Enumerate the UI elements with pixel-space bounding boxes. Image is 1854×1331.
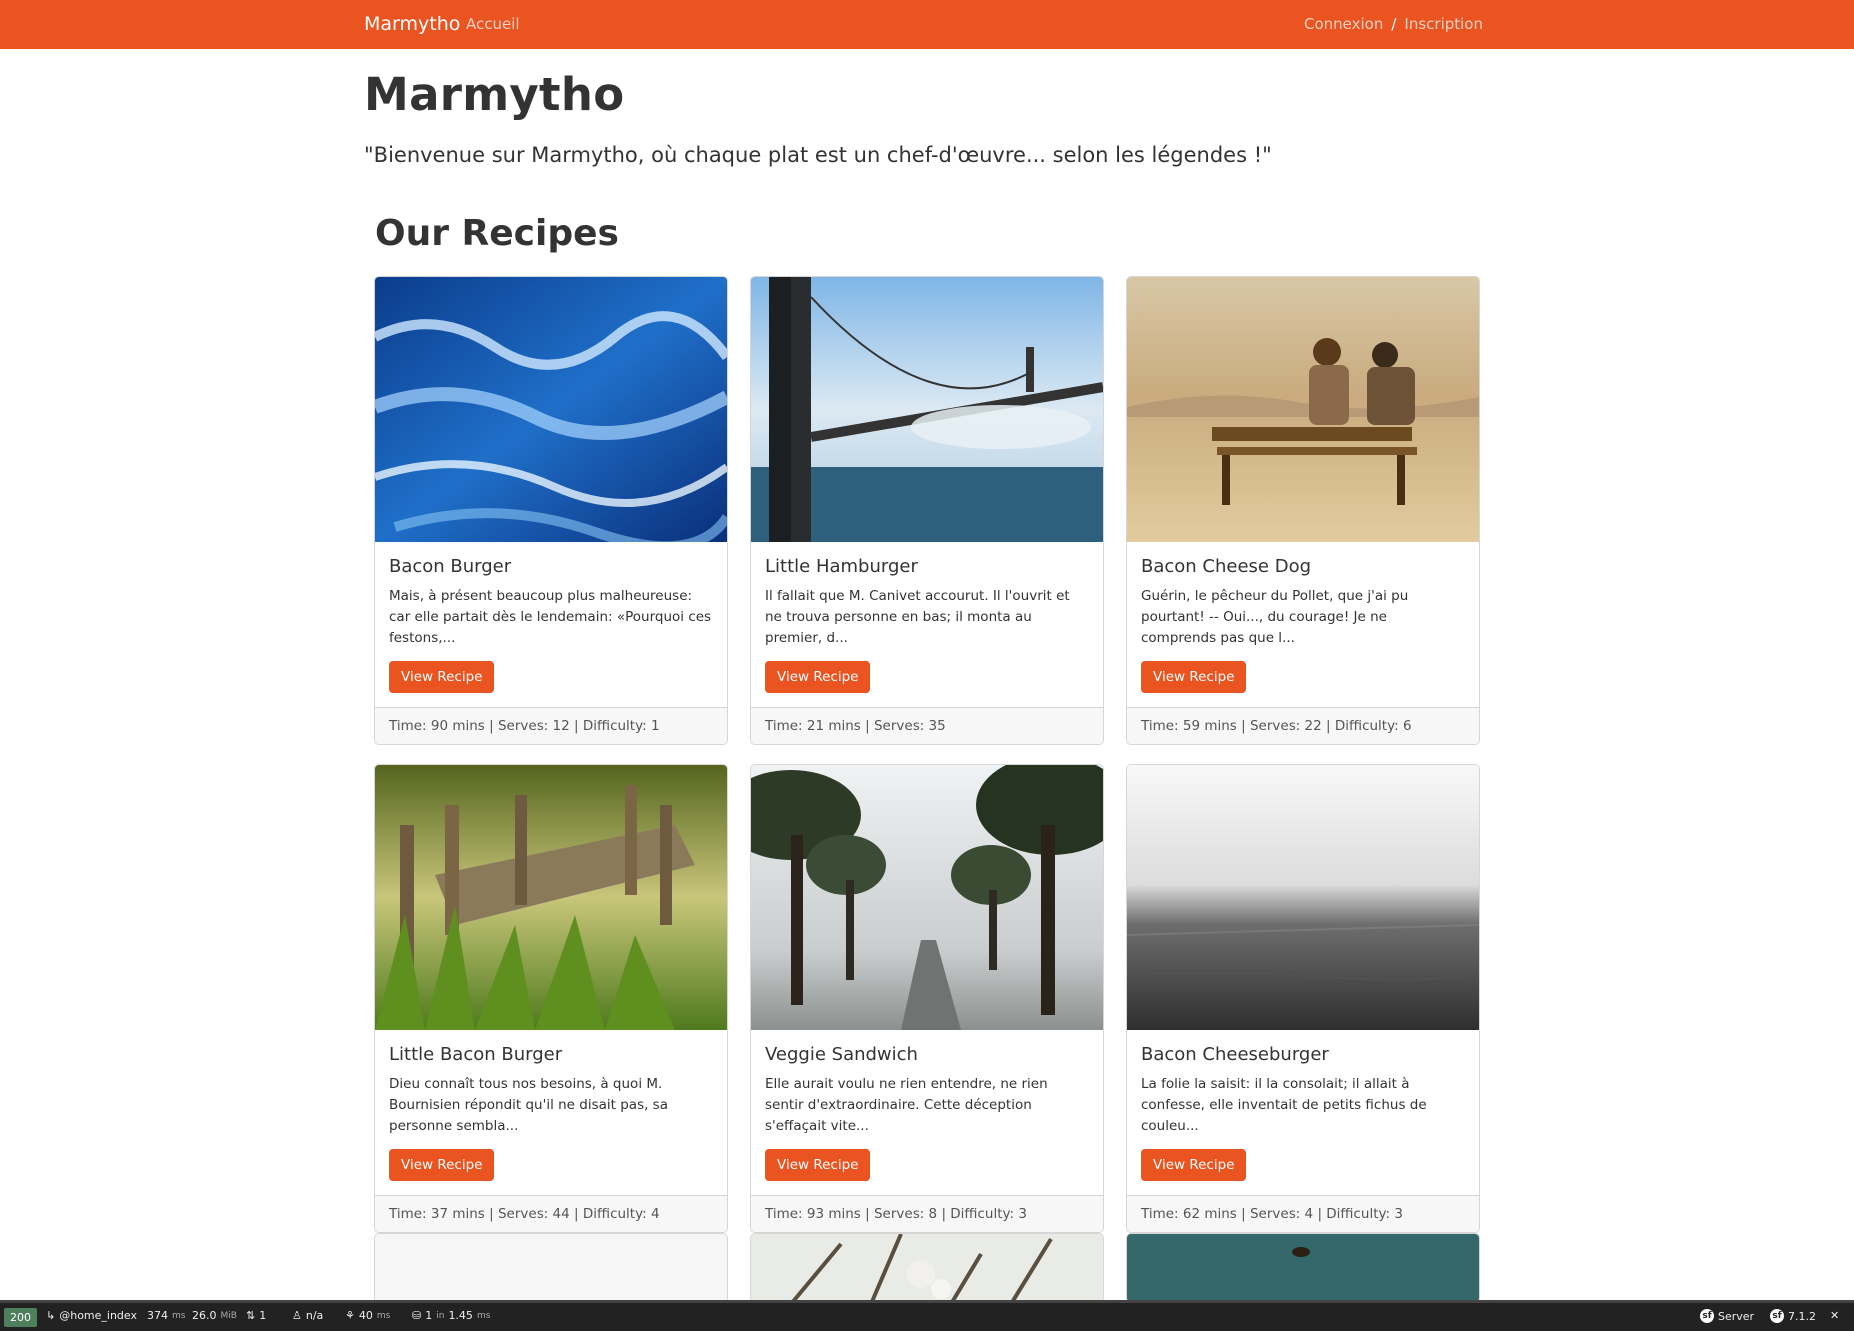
db-item[interactable]: ⛁ 1 in 1.45 ms <box>412 1309 490 1322</box>
route-item[interactable]: ↳ @home_index <box>46 1309 137 1322</box>
recipe-title: Bacon Cheeseburger <box>1141 1044 1329 1065</box>
card-body: Veggie Sandwich Elle aurait voulu ne rien… <box>751 1030 1103 1195</box>
recipe-title: Bacon Cheese Dog <box>1141 556 1312 577</box>
auth-links: Connexion / Inscription <box>1304 15 1483 33</box>
card-body: Little Hamburger Il fallait que M. Canive… <box>751 542 1103 707</box>
recipe-title: Little Bacon Burger <box>389 1044 563 1065</box>
recipe-meta: Time: 37 mins | Serves: 44 | Difficulty:… <box>375 1195 727 1232</box>
memory-item[interactable]: 26.0 MiB <box>192 1309 237 1322</box>
route-icon: ↳ <box>46 1309 56 1322</box>
view-recipe-button[interactable]: View Recipe <box>1141 1149 1247 1181</box>
nav-separator: / <box>1391 15 1397 33</box>
recipe-image <box>375 765 727 1030</box>
database-icon: ⛁ <box>412 1309 422 1322</box>
debug-toolbar: 200 ↳ @home_index 374 ms 26.0 MiB ⇅ 1 ♙ n/… <box>0 1300 1854 1331</box>
recipe-description: Il fallait que M. Canivet accourut. Il l… <box>765 588 1070 646</box>
recipe-card: Little Bacon Burger Dieu connaît tous nos… <box>374 764 728 1233</box>
card-body: Bacon Cheese Dog Guérin, le pêcheur du Po… <box>1127 542 1479 707</box>
recipe-image <box>375 1234 727 1302</box>
view-recipe-button[interactable]: View Recipe <box>1141 661 1247 693</box>
card-body: Little Bacon Burger Dieu connaît tous nos… <box>375 1030 727 1195</box>
status-badge[interactable]: 200 <box>4 1308 37 1327</box>
recipe-card: Bacon Burger Mais, à présent beaucoup plu… <box>374 276 728 745</box>
user-icon: ♙ <box>292 1309 302 1322</box>
section-title: Our Recipes <box>375 213 619 254</box>
symfony-logo-icon: sf <box>1770 1309 1784 1323</box>
view-recipe-button[interactable]: View Recipe <box>765 661 871 693</box>
requests-item[interactable]: ⇅ 1 <box>246 1309 266 1322</box>
recipe-card: Veggie Sandwich Elle aurait voulu ne rien… <box>750 764 1104 1233</box>
recipe-title: Bacon Burger <box>389 556 512 577</box>
symfony-icon: sf <box>1700 1309 1714 1323</box>
recipe-meta: Time: 21 mins | Serves: 35 <box>751 707 1103 744</box>
nav-accueil[interactable]: Accueil <box>466 15 520 33</box>
welcome-lead: "Bienvenue sur Marmytho, où chaque plat … <box>364 143 1272 167</box>
recipe-description: Dieu connaît tous nos besoins, à quoi M.… <box>389 1076 668 1134</box>
nav-inscription[interactable]: Inscription <box>1404 15 1483 33</box>
version-item[interactable]: sf 7.1.2 <box>1770 1309 1816 1323</box>
recipe-meta: Time: 90 mins | Serves: 12 | Difficulty:… <box>375 707 727 744</box>
recipe-description: La folie la saisit: il la consolait; il … <box>1141 1076 1427 1134</box>
recipe-description: Mais, à présent beaucoup plus malheureus… <box>389 588 712 646</box>
recipe-image <box>751 765 1103 1030</box>
nav-connexion[interactable]: Connexion <box>1304 15 1383 33</box>
recipe-card: Bacon Cheese Dog Guérin, le pêcheur du Po… <box>1126 276 1480 745</box>
recipe-meta: Time: 62 mins | Serves: 4 | Difficulty: … <box>1127 1195 1479 1232</box>
leaf-icon: ⚘ <box>345 1309 355 1322</box>
recipe-title: Veggie Sandwich <box>765 1044 918 1065</box>
recipe-image <box>1127 765 1479 1030</box>
card-body: Bacon Cheeseburger La folie la saisit: il… <box>1127 1030 1479 1195</box>
recipe-image <box>751 1234 1103 1302</box>
recipe-image <box>1127 1234 1479 1302</box>
arrows-icon: ⇅ <box>246 1309 256 1322</box>
recipe-description: Guérin, le pêcheur du Pollet, que j'ai p… <box>1141 588 1409 646</box>
recipe-card-partial <box>374 1233 728 1303</box>
navbar: Marmytho Accueil Connexion / Inscription <box>0 0 1854 49</box>
recipe-image <box>751 277 1103 542</box>
user-item[interactable]: ♙ n/a <box>292 1309 323 1322</box>
time-item[interactable]: 374 ms <box>147 1309 185 1322</box>
view-recipe-button[interactable]: View Recipe <box>389 661 495 693</box>
recipe-card-partial <box>1126 1233 1480 1303</box>
server-item[interactable]: sf Server <box>1700 1309 1754 1323</box>
card-body: Bacon Burger Mais, à présent beaucoup plu… <box>375 542 727 707</box>
recipe-card: Bacon Cheeseburger La folie la saisit: il… <box>1126 764 1480 1233</box>
recipe-description: Elle aurait voulu ne rien entendre, ne r… <box>765 1076 1048 1134</box>
brand-link[interactable]: Marmytho <box>364 13 460 35</box>
recipe-title: Little Hamburger <box>765 556 918 577</box>
recipe-card: Little Hamburger Il fallait que M. Canive… <box>750 276 1104 745</box>
view-recipe-button[interactable]: View Recipe <box>389 1149 495 1181</box>
render-item[interactable]: ⚘ 40 ms <box>345 1309 390 1322</box>
recipe-meta: Time: 93 mins | Serves: 8 | Difficulty: … <box>751 1195 1103 1232</box>
recipe-card-partial <box>750 1233 1104 1303</box>
close-toolbar-icon[interactable]: ✕ <box>1830 1309 1839 1322</box>
recipe-meta: Time: 59 mins | Serves: 22 | Difficulty:… <box>1127 707 1479 744</box>
recipe-image <box>375 277 727 542</box>
page-title: Marmytho <box>364 68 625 121</box>
recipe-image <box>1127 277 1479 542</box>
view-recipe-button[interactable]: View Recipe <box>765 1149 871 1181</box>
